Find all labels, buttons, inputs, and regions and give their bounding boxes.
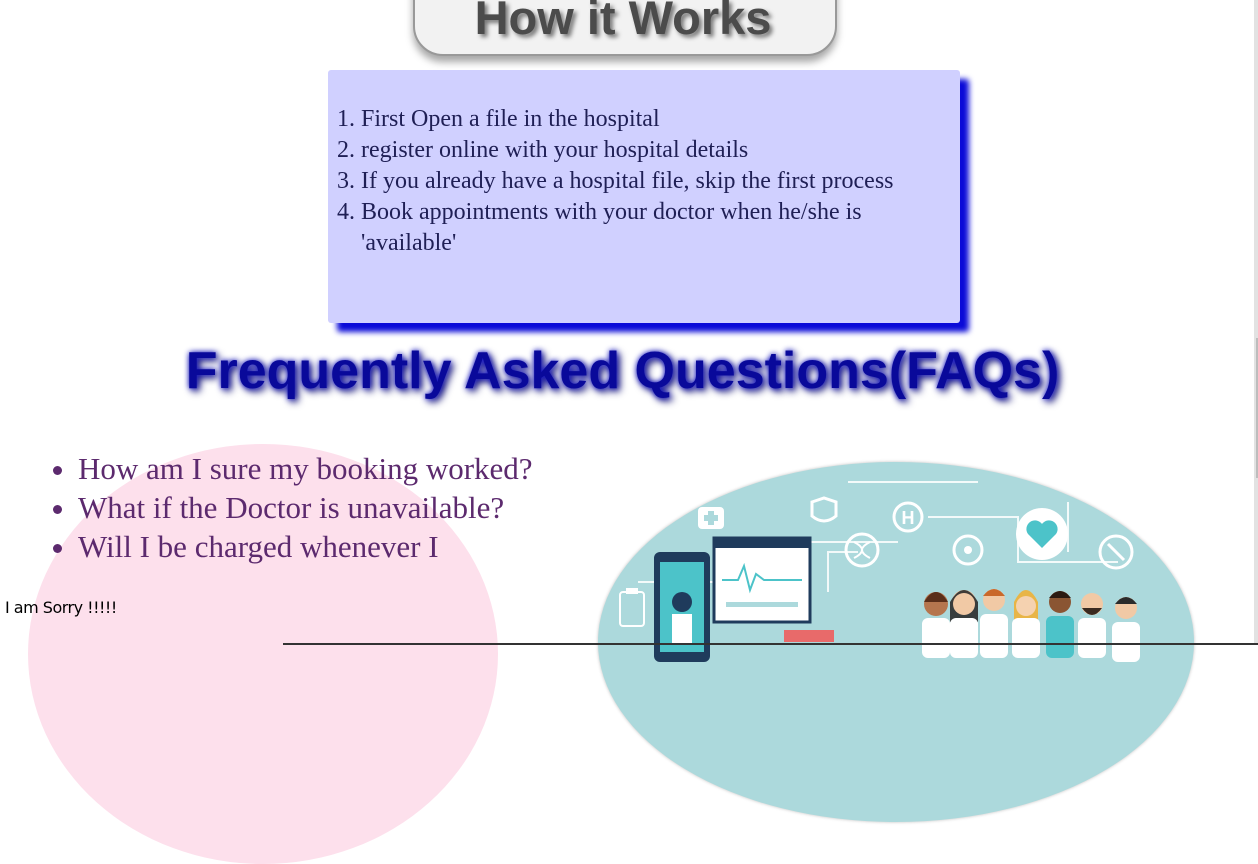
- heart-monitor-icon: [1016, 508, 1068, 560]
- steps-box: First Open a file in the hospital regist…: [328, 70, 960, 323]
- faq-question[interactable]: Will I be charged whenever I: [78, 527, 538, 566]
- step-item: register online with your hospital detai…: [361, 135, 961, 166]
- how-it-works-title: How it Works: [474, 0, 772, 44]
- first-aid-icon: [698, 507, 724, 529]
- step-item: First Open a file in the hospital: [361, 104, 961, 135]
- scrollbar-edge: [1254, 0, 1258, 645]
- steps-list: First Open a file in the hospital regist…: [328, 104, 961, 259]
- faq-question[interactable]: How am I sure my booking worked?: [78, 449, 538, 488]
- step-item: If you already have a hospital file, ski…: [361, 166, 961, 197]
- sorry-message: I am Sorry !!!!!: [5, 598, 117, 617]
- stethoscope-icon: [952, 534, 984, 566]
- doctors-illustration: H: [598, 462, 1194, 822]
- faq-question[interactable]: What if the Doctor is unavailable?: [78, 488, 538, 527]
- svg-text:H: H: [902, 508, 915, 528]
- clipboard-icon: [619, 588, 645, 627]
- doctor-figures: [922, 589, 1140, 662]
- shield-icon: [810, 496, 838, 523]
- hospital-h-icon: H: [892, 501, 924, 533]
- pill-icon: [1098, 534, 1134, 570]
- faq-title: Frequently Asked Questions(FAQs): [185, 342, 1060, 400]
- step-item: Book appointments with your doctor when …: [361, 197, 961, 259]
- faq-list: How am I sure my booking worked? What if…: [22, 449, 538, 566]
- dna-icon: [844, 532, 880, 568]
